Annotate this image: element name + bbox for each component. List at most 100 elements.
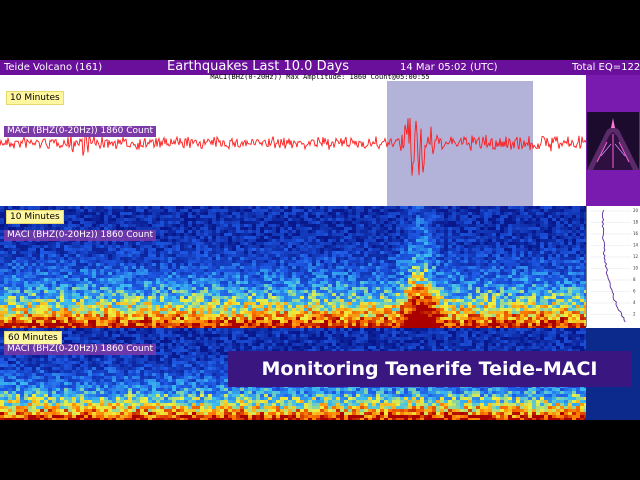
spectrogram-cell — [544, 293, 548, 296]
spectrogram-cell — [444, 230, 448, 233]
spectrogram-cell — [164, 284, 168, 287]
spectrogram-cell — [324, 215, 328, 218]
spectrogram-cell — [268, 227, 272, 230]
spectrogram-cell — [356, 272, 360, 275]
spectrogram-cell — [416, 221, 420, 224]
spectrogram-cell — [292, 272, 296, 275]
spectrogram-cell — [160, 272, 164, 275]
spectrogram-cell — [100, 290, 104, 293]
spectrogram-cell — [268, 218, 272, 221]
spectrogram-cell — [516, 206, 520, 209]
spectrogram-cell — [112, 290, 116, 293]
spectrogram-cell — [448, 245, 452, 248]
spectrogram-cell — [80, 206, 84, 209]
spectrogram-cell — [132, 302, 136, 305]
spectrogram-cell — [556, 287, 560, 290]
spectrogram-cell — [284, 248, 288, 251]
spectrogram-cell — [200, 275, 204, 278]
spectrogram-cell — [364, 287, 368, 290]
spectrogram-cell — [96, 260, 100, 263]
spectrogram-cell — [108, 305, 112, 308]
spectrogram-cell — [244, 287, 248, 290]
spectrogram-cell — [580, 296, 584, 299]
spectrogram-cell — [36, 254, 40, 257]
spectrogram-cell — [220, 236, 224, 239]
spectrogram-cell — [100, 272, 104, 275]
spectrogram-cell — [72, 206, 76, 209]
spectrogram-cell — [156, 218, 160, 221]
spectrogram-cell — [396, 269, 400, 272]
spectrogram-cell — [68, 278, 72, 281]
spectrogram-cell — [44, 272, 48, 275]
spectrogram-cell — [252, 215, 256, 218]
spectrogram-cell — [444, 302, 448, 305]
spectrogram-cell — [56, 251, 60, 254]
spectrogram-cell — [232, 215, 236, 218]
spectrogram-cell — [320, 290, 324, 293]
spectrogram-cell — [528, 287, 532, 290]
spectrogram-cell — [380, 230, 384, 233]
spectrogram-cell — [396, 287, 400, 290]
spectrogram-cell — [104, 272, 108, 275]
spectrogram-cell — [264, 215, 268, 218]
spectrogram-cell — [424, 212, 428, 215]
spectrogram-cell — [224, 278, 228, 281]
spectrogram-cell — [208, 254, 212, 257]
spectrogram-cell — [124, 206, 128, 209]
spectrogram-cell — [448, 254, 452, 257]
spectrogram-cell — [84, 263, 88, 266]
spectrogram-cell — [452, 269, 456, 272]
spectrogram-cell — [248, 290, 252, 293]
spectrogram-cell — [480, 221, 484, 224]
spectrogram-cell — [84, 275, 88, 278]
spectrogram-cell — [516, 263, 520, 266]
spectrogram-cell — [532, 275, 536, 278]
spectrogram-cell — [176, 275, 180, 278]
spectrogram-cell — [576, 287, 580, 290]
spectrogram-cell — [188, 302, 192, 305]
spectrogram-cell — [468, 209, 472, 212]
spectrogram-cell — [408, 278, 412, 281]
spectrogram-cell — [492, 260, 496, 263]
spectrogram-cell — [416, 230, 420, 233]
spectrogram-cell — [108, 302, 112, 305]
spectrogram-cell — [440, 266, 444, 269]
spectrogram-cell — [488, 218, 492, 221]
spectrogram-cell — [300, 281, 304, 284]
spectrogram-cell — [436, 236, 440, 239]
spectrogram-cell — [188, 230, 192, 233]
spectrogram-cell — [480, 290, 484, 293]
spectrogram-cell — [416, 263, 420, 266]
spectrogram-cell — [440, 254, 444, 257]
spectrogram-cell — [528, 239, 532, 242]
spectrogram-cell — [252, 281, 256, 284]
spectrogram-cell — [8, 272, 12, 275]
spectrogram-cell — [112, 242, 116, 245]
spectrogram-cell — [104, 275, 108, 278]
spectrogram-cell — [212, 206, 216, 209]
spectrogram-cell — [56, 299, 60, 302]
spectrogram-cell — [96, 284, 100, 287]
spectrogram-cell — [148, 224, 152, 227]
spectrogram-cell — [68, 302, 72, 305]
spectrogram-cell — [128, 281, 132, 284]
spectrogram-cell — [332, 209, 336, 212]
spectrogram-cell — [380, 287, 384, 290]
spectrogram-cell — [72, 215, 76, 218]
spectrogram-cell — [220, 218, 224, 221]
spectrogram-cell — [508, 218, 512, 221]
spectrogram-cell — [472, 257, 476, 260]
spectrogram-cell — [224, 260, 228, 263]
spectrogram-cell — [16, 296, 20, 299]
spectrogram-cell — [120, 248, 124, 251]
spectrogram-cell — [16, 272, 20, 275]
spectrogram-cell — [416, 296, 420, 299]
spectrogram-cell — [188, 242, 192, 245]
spectrogram-cell — [352, 218, 356, 221]
spectrogram-cell — [452, 305, 456, 308]
spectrogram-cell — [564, 269, 568, 272]
spectrogram-cell — [428, 293, 432, 296]
spectrogram-cell — [452, 302, 456, 305]
spectrogram-cell — [528, 242, 532, 245]
spectrogram-cell — [580, 278, 584, 281]
